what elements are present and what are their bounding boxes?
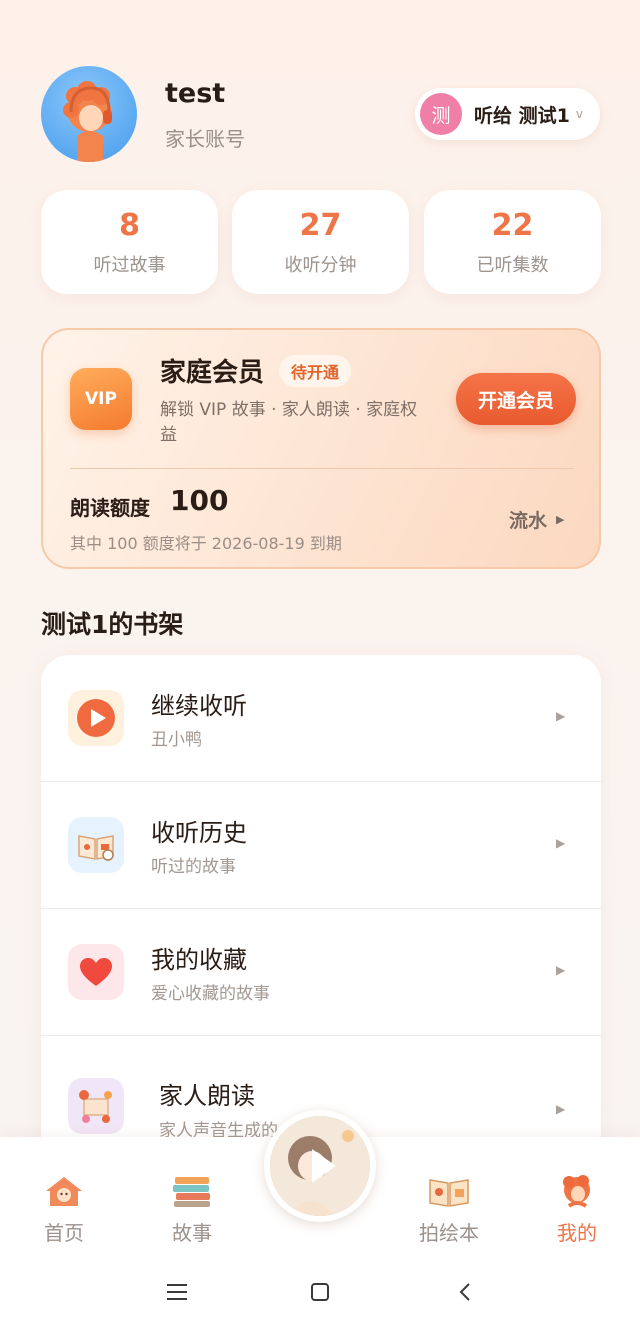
- username: test: [165, 78, 226, 109]
- listen-to-selector[interactable]: 测 听给 测试1 v: [415, 88, 600, 140]
- list-item-favorites[interactable]: 我的收藏 爱心收藏的故事 ▶: [41, 909, 601, 1036]
- child-avatar: 测: [420, 93, 462, 135]
- chevron-down-icon: v: [575, 107, 583, 121]
- profile-icon: [563, 1175, 590, 1208]
- menu-icon[interactable]: [166, 1280, 188, 1308]
- flow-link-label: 流水: [509, 510, 548, 532]
- heart-icon: [68, 944, 124, 1000]
- nav-profile[interactable]: 我的: [527, 1173, 627, 1246]
- divider: [70, 468, 574, 469]
- vip-title: 家庭会员: [160, 358, 265, 388]
- chevron-right-icon: ▶: [556, 1102, 566, 1116]
- vip-description: 解锁 VIP 故事 · 家人朗读 · 家庭权益: [160, 400, 418, 445]
- nav-home[interactable]: 首页: [14, 1173, 114, 1246]
- chevron-right-icon: ▶: [556, 513, 565, 526]
- story-cover-image: [270, 1116, 370, 1216]
- quota-value: 100: [170, 484, 229, 517]
- stat-minutes: 27 收听分钟: [232, 190, 409, 294]
- chevron-right-icon: ▶: [556, 963, 566, 977]
- now-playing-button[interactable]: [264, 1110, 376, 1222]
- quota-expiry-note: 其中 100 额度将于 2026-08-19 到期: [70, 534, 342, 553]
- list-item-history[interactable]: 收听历史 听过的故事 ▶: [41, 782, 601, 909]
- stat-label: 已听集数: [476, 255, 549, 276]
- chevron-right-icon: ▶: [556, 836, 566, 850]
- picture-book-icon: [429, 1179, 469, 1207]
- nav-label: 拍绘本: [419, 1221, 479, 1245]
- stat-value: 22: [491, 208, 534, 243]
- nav-label: 我的: [557, 1221, 597, 1245]
- nav-label: 故事: [172, 1221, 212, 1245]
- system-navigation-bar: [0, 1262, 640, 1332]
- list-item-continue[interactable]: 继续收听 丑小鸭 ▶: [41, 655, 601, 782]
- list-item-subtitle: 丑小鸭: [151, 730, 202, 750]
- list-item-title: 家人朗读: [159, 1082, 255, 1110]
- user-avatar[interactable]: [41, 66, 137, 162]
- nav-label: 首页: [44, 1221, 84, 1245]
- bookshelf-list: 继续收听 丑小鸭 ▶ 收听历史 听过的故事 ▶ 我的收藏 爱心收藏的故事 ▶ 家…: [41, 655, 601, 1175]
- stat-episodes: 22 已听集数: [424, 190, 601, 294]
- nav-stories[interactable]: 故事: [142, 1173, 242, 1246]
- list-item-title: 继续收听: [151, 692, 247, 720]
- chevron-right-icon: ▶: [556, 709, 566, 723]
- stat-value: 8: [119, 208, 140, 243]
- list-item-title: 收听历史: [151, 819, 247, 847]
- quota-label: 朗读额度: [70, 496, 150, 520]
- stat-label: 收听分钟: [284, 255, 357, 276]
- vip-icon: VIP: [70, 368, 132, 430]
- list-item-subtitle: 听过的故事: [151, 857, 236, 877]
- child-headphones-icon: [63, 81, 112, 162]
- home-square-icon[interactable]: [310, 1280, 330, 1308]
- section-title: 测试1的书架: [41, 610, 184, 639]
- history-book-icon: [68, 817, 124, 873]
- list-item-subtitle: 爱心收藏的故事: [151, 984, 270, 1004]
- status-badge: 待开通: [279, 355, 352, 387]
- back-icon[interactable]: [458, 1280, 472, 1308]
- activate-membership-button[interactable]: 开通会员: [456, 373, 576, 425]
- family-read-icon: [68, 1078, 124, 1134]
- listen-to-label: 听给 测试1: [474, 104, 570, 127]
- home-icon: [46, 1177, 82, 1206]
- stat-label: 听过故事: [93, 255, 166, 276]
- list-item-title: 我的收藏: [151, 946, 247, 974]
- vip-membership-card: VIP 家庭会员 待开通 解锁 VIP 故事 · 家人朗读 · 家庭权益 开通会…: [41, 328, 601, 569]
- play-icon: [68, 690, 124, 746]
- transaction-flow-link[interactable]: 流水 ▶: [509, 506, 564, 533]
- nav-picture-book[interactable]: 拍绘本: [399, 1173, 499, 1246]
- books-icon: [173, 1177, 210, 1207]
- stat-value: 27: [299, 208, 342, 243]
- account-type-label: 家长账号: [165, 127, 245, 151]
- stat-stories: 8 听过故事: [41, 190, 218, 294]
